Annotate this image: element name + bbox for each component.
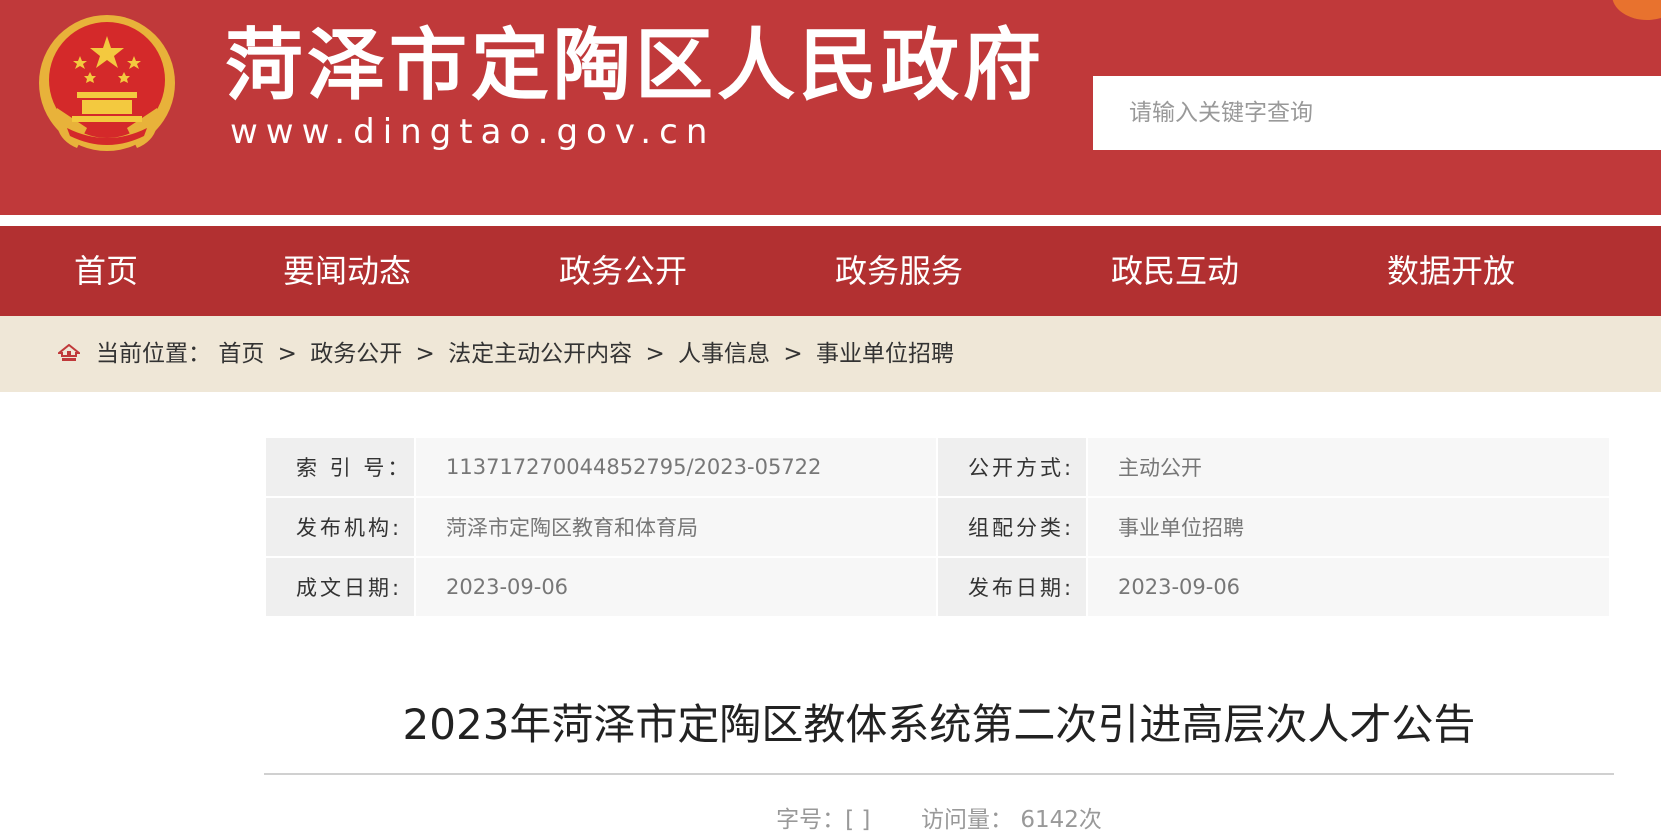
- main-nav: 首页 要闻动态 政务公开 政务服务 政民互动 数据开放: [0, 226, 1661, 316]
- breadcrumb-link-home[interactable]: 首页: [218, 341, 264, 367]
- font-size-control[interactable]: 字号：[ ]: [776, 807, 870, 833]
- category-value: 事业单位招聘: [1087, 497, 1611, 558]
- national-emblem-icon[interactable]: [32, 8, 182, 158]
- written-date-value: 2023-09-06: [415, 557, 938, 618]
- nav-item-news[interactable]: 要闻动态: [283, 226, 411, 316]
- publicity-mode-label: 公开方式:: [937, 438, 1088, 498]
- title-divider: [264, 773, 1614, 775]
- index-number-value: 11371727004485279​5/2023-05722: [415, 438, 938, 498]
- nav-item-open-data[interactable]: 数据开放: [1387, 226, 1515, 316]
- site-url: www.dingtao.gov.cn: [230, 112, 716, 152]
- publish-date-value: 2023-09-06: [1087, 557, 1611, 618]
- issuer-value: 菏泽市定陶区教育和体育局: [415, 497, 938, 558]
- nav-item-gov-affairs-public[interactable]: 政务公开: [559, 226, 687, 316]
- breadcrumb-link-statutory-content[interactable]: 法定主动公开内容: [448, 341, 632, 367]
- breadcrumb-link-personnel-info[interactable]: 人事信息: [678, 341, 770, 367]
- views-label: 访问量：: [921, 807, 1014, 833]
- home-icon: [58, 344, 80, 361]
- issuer-label: 发布机构:: [266, 497, 416, 558]
- nav-item-gov-services[interactable]: 政务服务: [835, 226, 963, 316]
- search-button-corner[interactable]: [1612, 0, 1661, 20]
- site-header: 菏泽市定陶区人民政府 www.dingtao.gov.cn: [0, 0, 1661, 215]
- nav-item-home[interactable]: 首页: [74, 226, 138, 316]
- article-info: 字号：[ ] 访问量： 6142次: [264, 800, 1614, 834]
- breadcrumb-separator: >: [277, 341, 297, 367]
- breadcrumb-prefix: 当前位置：: [96, 341, 211, 367]
- meta-row: 索 引 号： 11371727004485279​5/2023-05722 公开…: [266, 438, 1611, 498]
- document-meta-table: 索 引 号： 11371727004485279​5/2023-05722 公开…: [266, 438, 1611, 618]
- breadcrumb-separator: >: [783, 341, 803, 367]
- breadcrumb: 当前位置： 首页 > 政务公开 > 法定主动公开内容 > 人事信息 > 事业单位…: [0, 316, 1661, 392]
- written-date-label: 成文日期:: [266, 557, 416, 618]
- article-title: 2023年菏泽市定陶区教体系统第二次引进高层次人才公告: [402, 700, 1476, 749]
- nav-item-interaction[interactable]: 政民互动: [1111, 226, 1239, 316]
- publish-date-label: 发布日期:: [937, 557, 1088, 618]
- views-count: 6142次: [1020, 807, 1102, 833]
- index-number-label: 索 引 号：: [266, 438, 416, 498]
- site-title: 菏泽市定陶区人民政府: [225, 21, 1046, 111]
- publicity-mode-value: 主动公开: [1087, 438, 1611, 498]
- search-input[interactable]: [1093, 76, 1661, 150]
- breadcrumb-separator: >: [415, 341, 435, 367]
- meta-row: 成文日期: 2023-09-06 发布日期: 2023-09-06: [266, 557, 1611, 618]
- meta-row: 发布机构: 菏泽市定陶区教育和体育局 组配分类: 事业单位招聘: [266, 497, 1611, 558]
- breadcrumb-link-gov-affairs-public[interactable]: 政务公开: [310, 341, 402, 367]
- breadcrumb-separator: >: [645, 341, 665, 367]
- category-label: 组配分类:: [937, 497, 1088, 558]
- breadcrumb-trail: 当前位置： 首页 > 政务公开 > 法定主动公开内容 > 人事信息 > 事业单位…: [96, 316, 954, 392]
- breadcrumb-link-recruitment[interactable]: 事业单位招聘: [816, 341, 954, 367]
